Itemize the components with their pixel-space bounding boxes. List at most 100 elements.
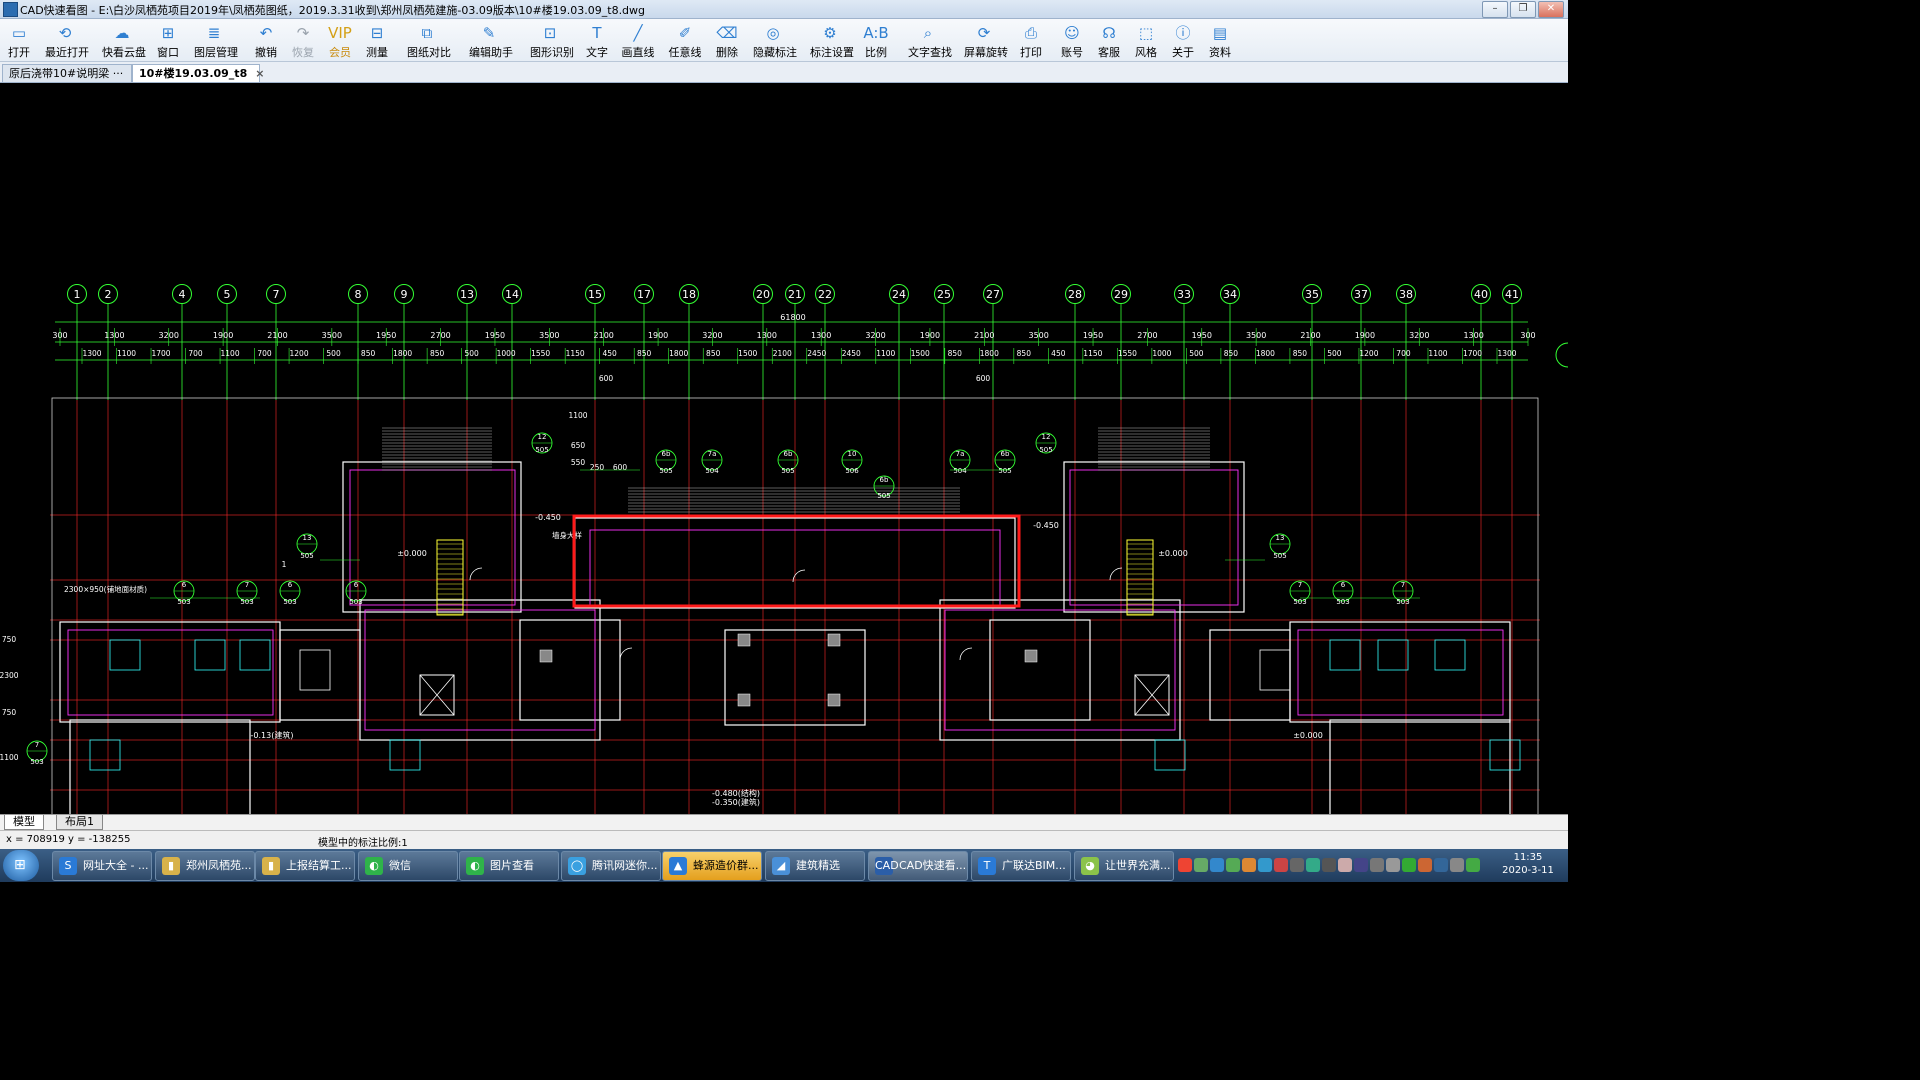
taskbar-item-0[interactable]: S 网址大全 - ... [52,851,152,881]
tray-icon-0[interactable] [1178,858,1192,872]
toolbar-button-18[interactable]: A:B 比例 [856,21,896,59]
wall-outline [939,599,1181,741]
dim-text: 1150 [1083,349,1102,358]
door-swing [469,567,483,581]
tray-icon-14[interactable] [1402,858,1416,872]
tray-icon-2[interactable] [1210,858,1224,872]
toolbar-button-17[interactable]: ⚙ 标注设置 [810,21,854,59]
toolbar-button-16[interactable]: ◎ 隐藏标注 [753,21,797,59]
toolbar-button-9[interactable]: ⧉ 图纸对比 [407,21,451,59]
taskbar-item-2[interactable]: ▮ 上报结算工... [255,851,355,881]
taskbar-label: 蜂源造价群... [693,859,759,872]
toolbar-label: 图纸对比 [407,46,451,59]
selection-highlight-box [572,514,1021,608]
minimize-button[interactable]: – [1482,1,1508,18]
fixture [1154,739,1186,771]
axis-label: 40 [1474,288,1488,301]
cad-drawing[interactable]: 1 2 4 5 7 8 9 13 14 15 17 18 20 21 22 24 25 27 28 29 33 34 35 3… [0,83,1568,814]
taskbar-item-6[interactable]: ▲ 蜂源造价群... [662,851,762,881]
start-button[interactable]: ⊞ [3,850,39,881]
callout-text: 7 [1298,581,1302,589]
wall-inner [1069,469,1239,606]
tray-icon-3[interactable] [1226,858,1240,872]
tab-document-1[interactable]: 原后浇带10#说明梁 ···× [2,64,140,82]
tab-model[interactable]: 模型 [4,815,44,830]
misc-text: 1100 [0,753,19,762]
tray-icon-4[interactable] [1242,858,1256,872]
axis-label: 13 [460,288,474,301]
toolbar-button-20[interactable]: ⟳ 屏幕旋转 [964,21,1008,59]
toolbar-button-25[interactable]: ⓘ 关于 [1163,21,1203,59]
toolbar-label: 图层管理 [194,46,238,59]
toolbar-button-24[interactable]: ⬚ 风格 [1126,21,1166,59]
toolbar-icon: T [592,24,602,42]
toolbar-button-10[interactable]: ✎ 编辑助手 [469,21,513,59]
callout-text: 505 [659,467,672,475]
level-label: -0.350(建筑) [712,797,760,807]
toolbar-button-14[interactable]: ✐ 任意线 [665,21,705,59]
tray-icon-1[interactable] [1194,858,1208,872]
taskbar-item-10[interactable]: ◕ 让世界充满... [1074,851,1174,881]
close-button[interactable]: ✕ [1538,1,1564,18]
drawing-canvas[interactable]: 1 2 4 5 7 8 9 13 14 15 17 18 20 21 22 24 25 27 28 29 33 34 35 3… [0,83,1568,814]
tray-icon-16[interactable] [1434,858,1448,872]
restore-button[interactable]: ❐ [1510,1,1536,18]
toolbar-button-26[interactable]: ▤ 资料 [1200,21,1240,59]
taskbar-label: 广联达BIM... [1002,859,1066,872]
toolbar-label: 标注设置 [810,46,854,59]
taskbar-item-7[interactable]: ◢ 建筑精选 [765,851,865,881]
toolbar-button-3[interactable]: ⊞ 窗口 [148,21,188,59]
taskbar-item-3[interactable]: ◐ 微信 [358,851,458,881]
callout-text: 6b [662,450,671,458]
tab-document-2[interactable]: 10#楼19.03.09_t8 × [132,64,264,82]
toolbar-button-19[interactable]: ⌕ 文字查找 [908,21,952,59]
taskbar-item-4[interactable]: ◐ 图片查看 [459,851,559,881]
toolbar-button-13[interactable]: ╱ 画直线 [618,21,658,59]
taskbar-item-9[interactable]: T 广联达BIM... [971,851,1071,881]
toolbar-button-11[interactable]: ⊡ 图形识别 [530,21,574,59]
dim-text: 1300 [1497,349,1516,358]
tray-icon-9[interactable] [1322,858,1336,872]
toolbar-button-8[interactable]: ⊟ 测量 [357,21,397,59]
taskbar-item-1[interactable]: ▮ 郑州凤栖苑... [155,851,255,881]
tray-icon-13[interactable] [1386,858,1400,872]
toolbar-button-22[interactable]: ☺ 账号 [1052,21,1092,59]
toolbar-button-6[interactable]: ↷ 恢复 [283,21,323,59]
axis-label: 4 [179,288,186,301]
toolbar-label: 比例 [865,46,887,59]
toolbar-button-1[interactable]: ⟲ 最近打开 [45,21,89,59]
taskbar-item-5[interactable]: ◯ 腾讯网迷你... [561,851,661,881]
tab-layout-1[interactable]: 布局1 [56,815,103,830]
toolbar-button-2[interactable]: ☁ 快看云盘 [102,21,146,59]
toolbar-button-21[interactable]: ⎙ 打印 [1011,21,1051,59]
toolbar-button-5[interactable]: ↶ 撤销 [246,21,286,59]
callout-text: 7 [1401,581,1405,589]
toolbar-label: 客服 [1098,46,1120,59]
toolbar-button-7[interactable]: VIP 会员 [320,21,360,59]
tab-close-icon[interactable]: × [255,67,264,80]
toolbar-button-12[interactable]: T 文字 [577,21,617,59]
tray-icon-15[interactable] [1418,858,1432,872]
callout-text: 505 [1039,446,1052,454]
toolbar-button-0[interactable]: ▭ 打开 [0,21,39,59]
dim-text: 850 [1017,349,1032,358]
tray-icon-8[interactable] [1306,858,1320,872]
toolbar-label: 撤销 [255,46,277,59]
tray-icon-18[interactable] [1466,858,1480,872]
misc-text: 250 [590,463,605,472]
tray-icon-12[interactable] [1370,858,1384,872]
door-swing [959,647,973,661]
dim-text: 1150 [566,349,585,358]
clock[interactable]: 11:35 2020-3-11 [1498,851,1558,877]
toolbar-button-4[interactable]: ≣ 图层管理 [194,21,238,59]
tray-icon-7[interactable] [1290,858,1304,872]
tray-icon-10[interactable] [1338,858,1352,872]
toolbar-button-23[interactable]: ☊ 客服 [1089,21,1129,59]
tray-icon-5[interactable] [1258,858,1272,872]
tray-icon-11[interactable] [1354,858,1368,872]
tray-icon-6[interactable] [1274,858,1288,872]
toolbar-button-15[interactable]: ⌫ 删除 [707,21,747,59]
taskbar-item-8[interactable]: CADCAD快速看... [868,851,968,881]
axis-label: 37 [1354,288,1368,301]
tray-icon-17[interactable] [1450,858,1464,872]
